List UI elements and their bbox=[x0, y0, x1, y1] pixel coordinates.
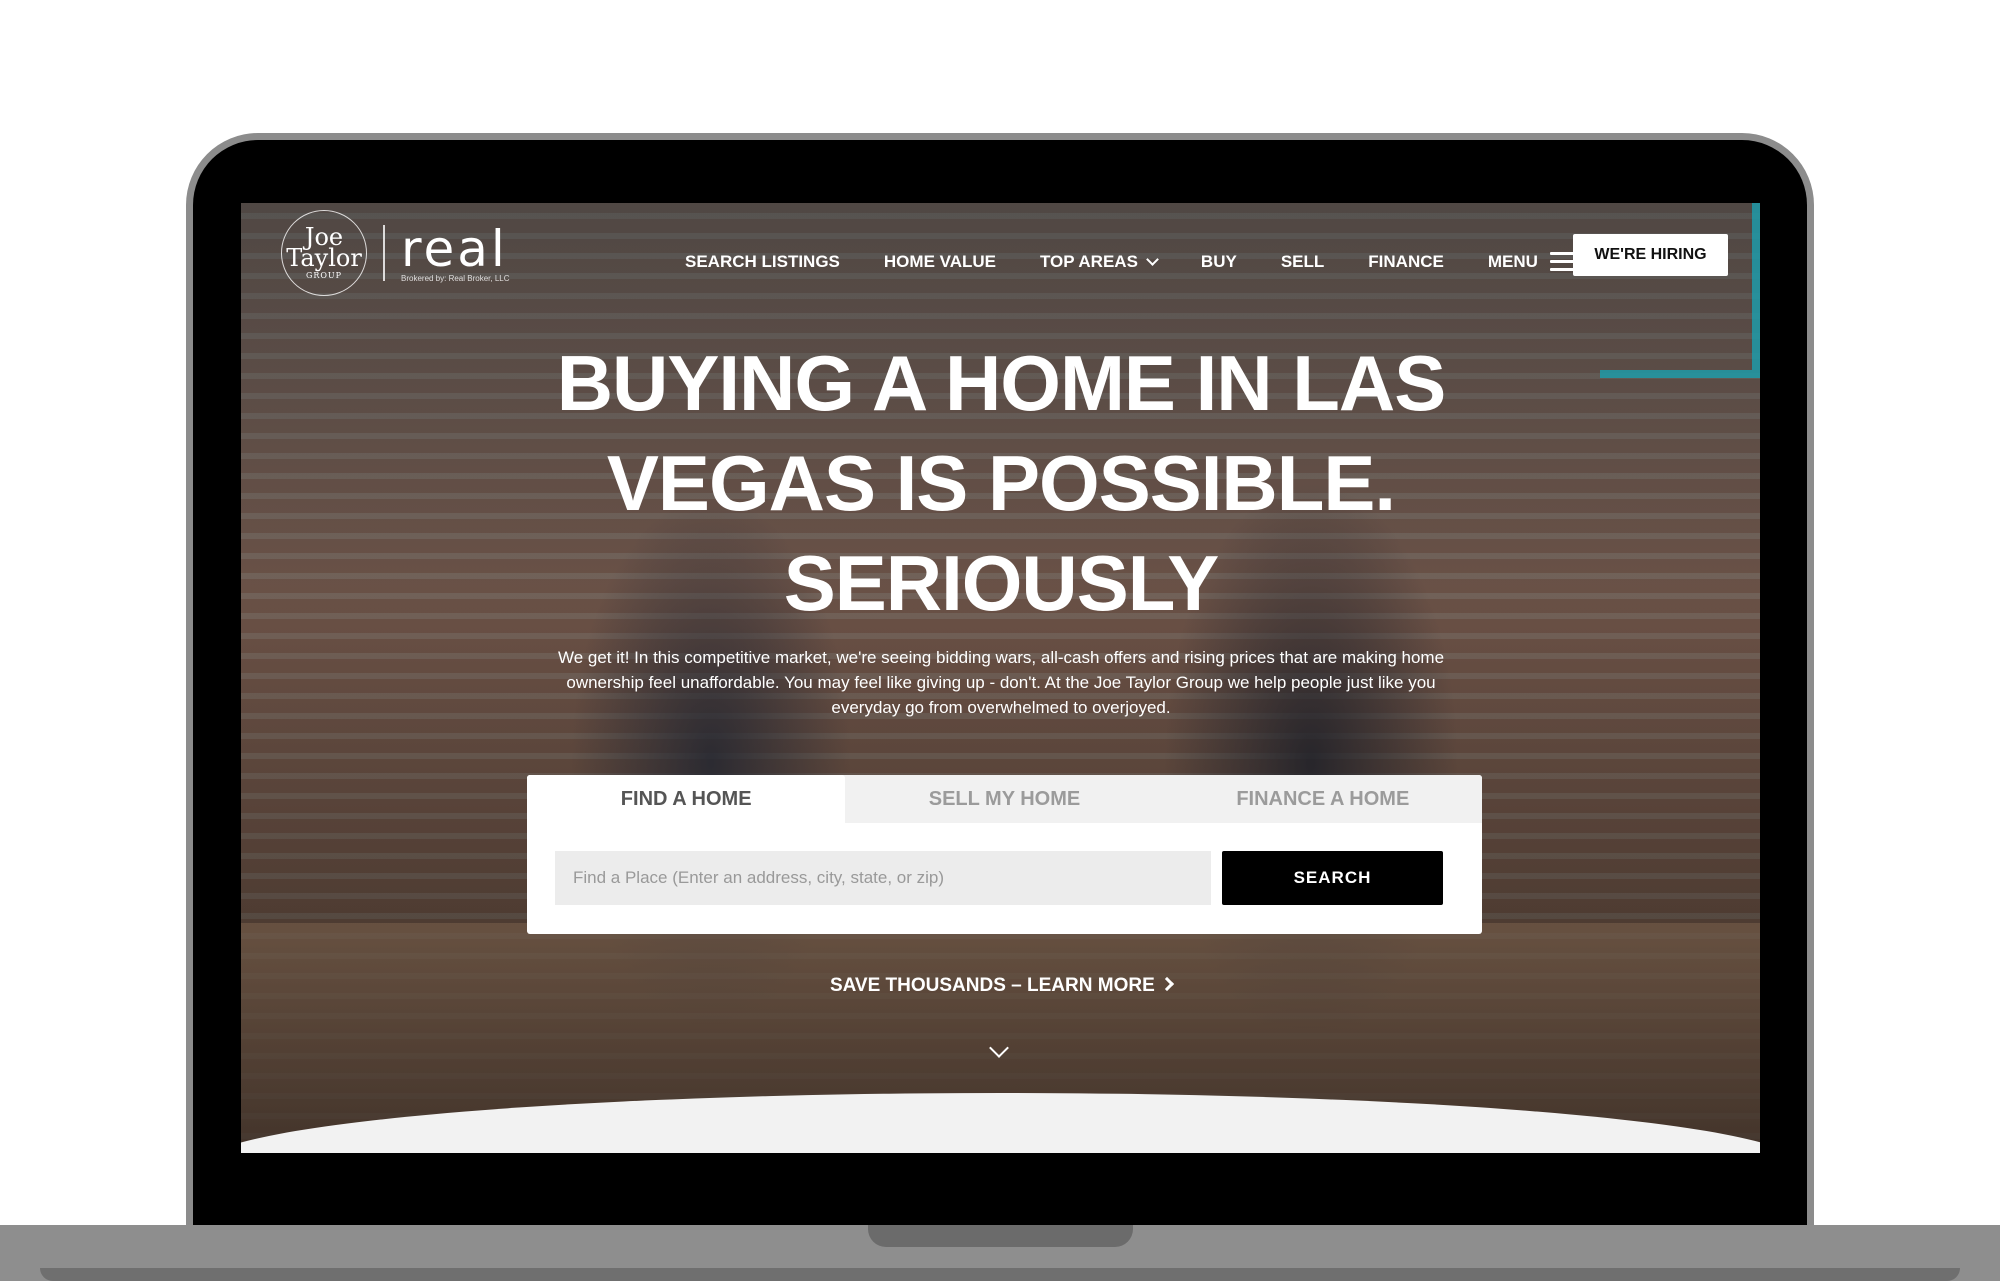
nav-top-areas[interactable]: TOP AREAS bbox=[1039, 251, 1159, 272]
nav-search-listings[interactable]: SEARCH LISTINGS bbox=[685, 252, 840, 272]
tab-sell-my-home[interactable]: SELL MY HOME bbox=[845, 775, 1163, 823]
website-screen: Joe Taylor GROUP real Brokered by: Real … bbox=[241, 203, 1760, 1153]
real-subtitle: Brokered by: Real Broker, LLC bbox=[401, 273, 510, 283]
tab-find-a-home[interactable]: FIND A HOME bbox=[527, 775, 846, 823]
chevron-right-icon bbox=[1159, 976, 1175, 992]
search-button[interactable]: SEARCH bbox=[1222, 851, 1443, 905]
main-nav: SEARCH LISTINGS HOME VALUE TOP AREAS BUY… bbox=[685, 247, 1622, 276]
search-tabs: FIND A HOME SELL MY HOME FINANCE A HOME bbox=[527, 775, 1482, 823]
logo-line-2: Taylor bbox=[286, 244, 362, 273]
nav-menu[interactable]: MENU bbox=[1488, 247, 1578, 276]
logo-divider bbox=[383, 225, 385, 281]
save-thousands-link[interactable]: SAVE THOUSANDS – LEARN MORE bbox=[801, 975, 1201, 997]
nav-sell[interactable]: SELL bbox=[1281, 252, 1324, 272]
tab-finance-a-home[interactable]: FINANCE A HOME bbox=[1164, 775, 1482, 823]
hero-intro: We get it! In this competitive market, w… bbox=[557, 648, 1445, 717]
nav-buy[interactable]: BUY bbox=[1201, 252, 1237, 272]
joe-taylor-logo: Joe Taylor GROUP bbox=[281, 210, 367, 296]
nav-home-value[interactable]: HOME VALUE bbox=[884, 252, 996, 272]
real-wordmark: real bbox=[401, 219, 508, 278]
search-input[interactable]: Find a Place (Enter an address, city, st… bbox=[555, 851, 1211, 905]
logo-line-3: GROUP bbox=[305, 271, 343, 280]
search-row: Find a Place (Enter an address, city, st… bbox=[555, 851, 1443, 905]
save-thousands-label: SAVE THOUSANDS – LEARN MORE bbox=[829, 975, 1155, 996]
site-logo[interactable]: Joe Taylor GROUP real Brokered by: Real … bbox=[281, 210, 521, 296]
laptop-base-lip bbox=[40, 1268, 1960, 1281]
nav-menu-label: MENU bbox=[1487, 251, 1538, 271]
chevron-down-icon bbox=[1146, 252, 1159, 266]
real-logo: real Brokered by: Real Broker, LLC bbox=[401, 224, 510, 283]
hero-headline: BUYING A HOME IN LAS VEGAS IS POSSIBLE. … bbox=[556, 339, 1447, 627]
search-card: FIND A HOME SELL MY HOME FINANCE A HOME … bbox=[527, 775, 1482, 934]
window-accent bbox=[1600, 203, 1760, 378]
nav-top-areas-label: TOP AREAS bbox=[1039, 251, 1138, 271]
laptop-notch bbox=[868, 1225, 1133, 1247]
hiring-button[interactable]: WE'RE HIRING bbox=[1573, 234, 1728, 276]
nav-finance[interactable]: FINANCE bbox=[1368, 252, 1444, 272]
